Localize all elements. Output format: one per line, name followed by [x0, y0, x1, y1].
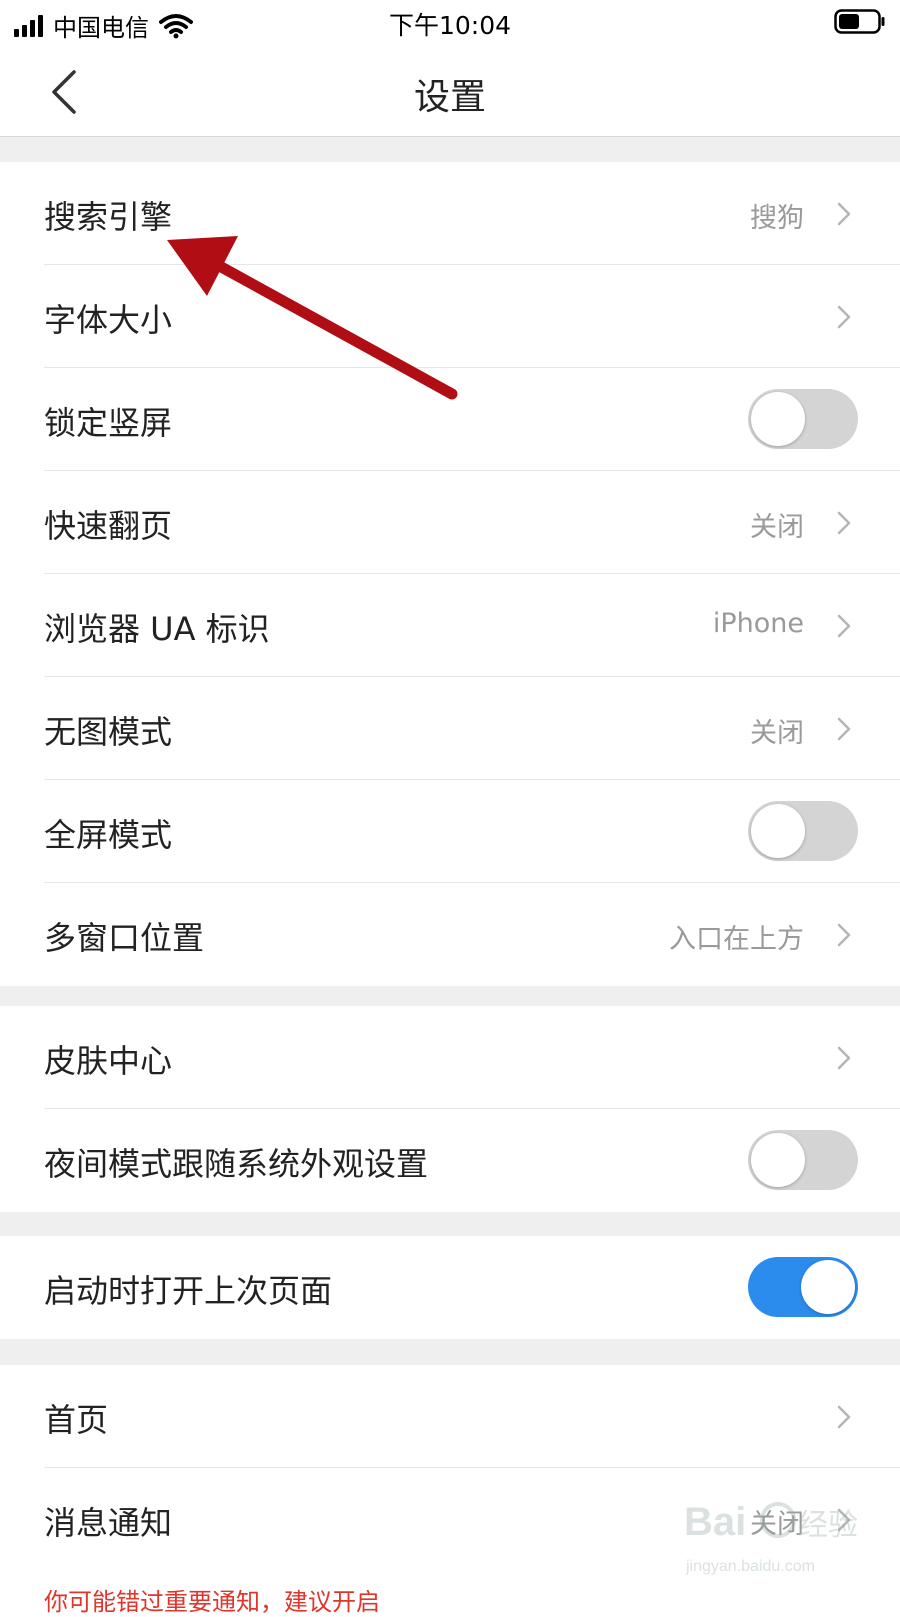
chevron-right-icon: [837, 305, 851, 329]
open-last-page-toggle[interactable]: [748, 1257, 858, 1317]
setting-row-lock-portrait: 锁定竖屏: [0, 368, 900, 471]
setting-label: 字体大小: [44, 301, 173, 339]
setting-label: 锁定竖屏: [44, 404, 173, 442]
setting-label: 夜间模式跟随系统外观设置: [44, 1145, 429, 1183]
setting-value: 入口在上方: [669, 924, 804, 955]
baidu-watermark: Bai 经验 jingyan.baidu.com: [680, 1475, 880, 1585]
svg-text:jingyan.baidu.com: jingyan.baidu.com: [685, 1558, 815, 1575]
chevron-right-icon: [837, 614, 851, 638]
setting-row-font-size[interactable]: 字体大小: [0, 265, 900, 368]
setting-value: 关闭: [750, 512, 804, 543]
setting-label: 全屏模式: [44, 816, 173, 854]
setting-row-multi-window[interactable]: 多窗口位置 入口在上方: [0, 883, 900, 986]
setting-label: 浏览器 UA 标识: [44, 610, 270, 648]
setting-row-no-image[interactable]: 无图模式 关闭: [0, 677, 900, 780]
toggle-knob: [751, 1133, 805, 1187]
toggle-knob: [801, 1260, 855, 1314]
page-title: 设置: [413, 77, 486, 118]
nav-bar: 设置: [0, 46, 900, 137]
section-gap: [0, 1210, 900, 1236]
setting-label: 皮肤中心: [44, 1042, 173, 1080]
setting-label: 首页: [44, 1401, 109, 1439]
status-time: 下午10:04: [388, 11, 512, 40]
settings-group-startup: 启动时打开上次页面: [0, 1236, 900, 1339]
setting-label: 启动时打开上次页面: [44, 1272, 333, 1310]
svg-text:Bai: Bai: [684, 1500, 746, 1544]
settings-group-general: 搜索引擎 搜狗 字体大小 锁定竖屏 快速翻页 关闭 浏览器 UA 标识 iPho…: [0, 162, 900, 986]
baidu-logo-icon: Bai 经验 jingyan.baidu.com: [684, 1500, 858, 1575]
setting-value: iPhone: [712, 608, 804, 639]
settings-group-appearance: 皮肤中心 夜间模式跟随系统外观设置: [0, 1006, 900, 1212]
chevron-right-icon: [837, 923, 851, 947]
setting-label: 搜索引擎: [44, 198, 173, 236]
status-bar: 中国电信 下午10:04: [0, 0, 900, 46]
setting-label: 快速翻页: [44, 507, 173, 545]
chevron-right-icon: [837, 511, 851, 535]
setting-label: 多窗口位置: [44, 919, 205, 957]
night-mode-follow-toggle[interactable]: [748, 1130, 858, 1190]
fullscreen-toggle[interactable]: [748, 801, 858, 861]
lock-portrait-toggle[interactable]: [748, 389, 858, 449]
setting-row-fullscreen: 全屏模式: [0, 780, 900, 883]
toggle-knob: [751, 804, 805, 858]
setting-row-night-mode-follow: 夜间模式跟随系统外观设置: [0, 1109, 900, 1212]
setting-value: 关闭: [750, 718, 804, 749]
setting-row-open-last-page: 启动时打开上次页面: [0, 1236, 900, 1339]
battery-icon: [834, 9, 886, 39]
section-gap: [0, 137, 900, 162]
chevron-right-icon: [837, 717, 851, 741]
chevron-right-icon: [837, 1405, 851, 1429]
setting-value: 搜狗: [750, 203, 804, 234]
setting-row-fast-page[interactable]: 快速翻页 关闭: [0, 471, 900, 574]
setting-row-search-engine[interactable]: 搜索引擎 搜狗: [0, 162, 900, 265]
chevron-right-icon: [837, 1046, 851, 1070]
setting-row-skin-center[interactable]: 皮肤中心: [0, 1006, 900, 1109]
chevron-right-icon: [837, 202, 851, 226]
setting-label: 无图模式: [44, 713, 173, 751]
setting-row-homepage[interactable]: 首页: [0, 1365, 900, 1468]
setting-label: 消息通知: [44, 1504, 173, 1542]
setting-row-ua[interactable]: 浏览器 UA 标识 iPhone: [0, 574, 900, 677]
svg-text:经验: 经验: [798, 1509, 858, 1542]
toggle-knob: [751, 392, 805, 446]
section-gap: [0, 1338, 900, 1365]
